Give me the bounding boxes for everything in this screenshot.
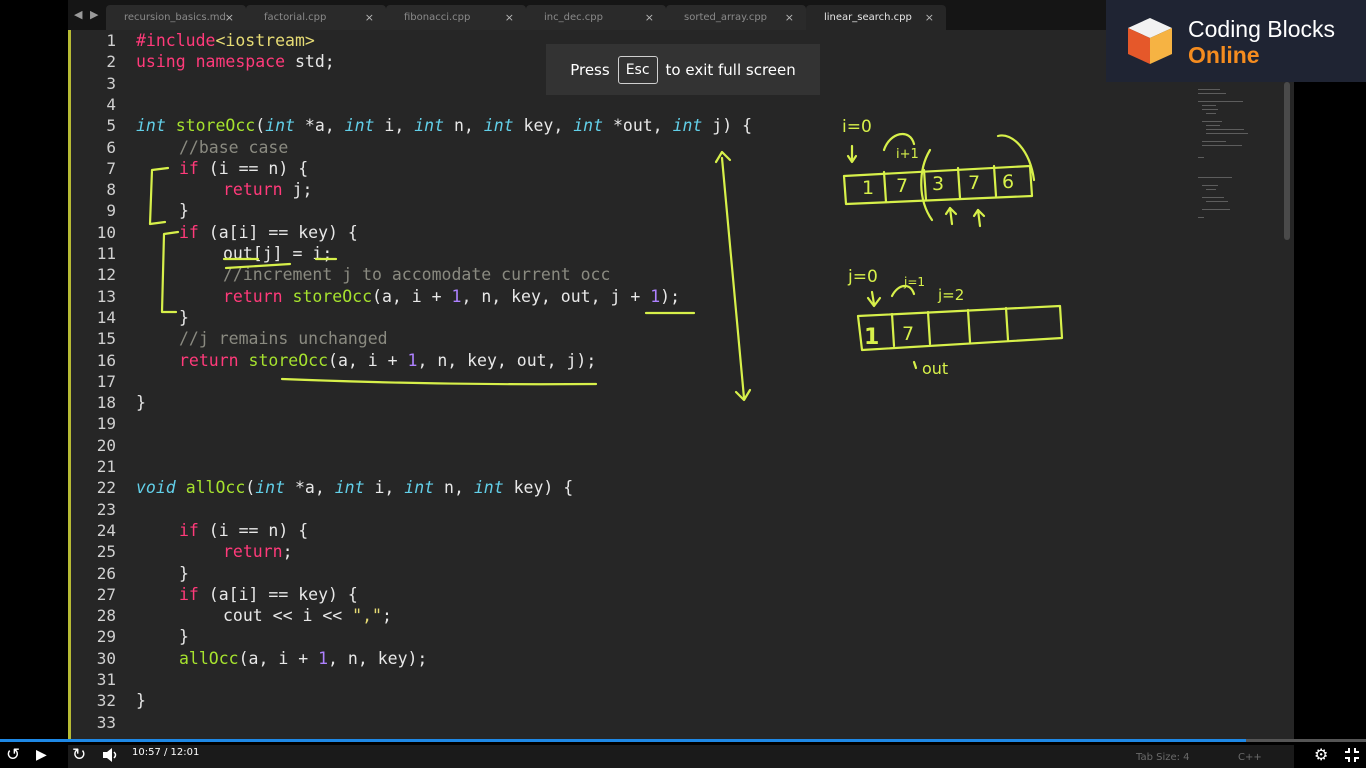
minimap[interactable] <box>1196 85 1256 235</box>
line-number: 21 <box>96 457 116 476</box>
code-line-11: out[j] = i; <box>223 244 333 263</box>
video-time: 10:57 / 12:01 <box>132 747 200 758</box>
tab-label: linear_search.cpp <box>824 12 912 23</box>
tab-linear-search[interactable]: linear_search.cpp × <box>806 5 946 30</box>
close-icon[interactable]: × <box>785 5 794 30</box>
tab-label: factorial.cpp <box>264 12 327 23</box>
code-line-9: } <box>179 201 189 221</box>
line-number: 23 <box>96 499 116 519</box>
line-number: 28 <box>96 606 116 626</box>
code-line-14: } <box>179 307 189 327</box>
brand-line-2: Online <box>1188 42 1260 68</box>
code-line-29: } <box>179 627 189 647</box>
code-line-30: allOcc(a, i + 1, n, key); <box>179 648 428 668</box>
line-number: 7 <box>106 158 116 178</box>
line-number: 19 <box>96 414 116 434</box>
line-number: 10 <box>96 222 116 242</box>
code-line-7: if (i == n) { <box>179 158 309 178</box>
line-number: 20 <box>96 435 116 455</box>
coding-blocks-logo-icon <box>1128 18 1172 64</box>
code-area[interactable]: #include<iostream> using namespace std; … <box>136 30 752 710</box>
code-line-28: cout << i << ","; <box>223 606 392 626</box>
line-number: 22 <box>96 478 116 498</box>
line-number: 3 <box>106 73 116 93</box>
letterbox-right <box>1294 0 1366 740</box>
brand-line-1: Coding Blocks <box>1188 16 1336 42</box>
code-editor: ◀ ▶ recursion_basics.md × factorial.cpp … <box>68 0 1294 740</box>
video-controls: ↺ ▶ ↻ 10:57 / 12:01 ⚙ <box>0 742 1366 768</box>
scrollbar[interactable] <box>1284 82 1290 240</box>
line-number: 14 <box>96 307 116 327</box>
tab-inc-dec[interactable]: inc_dec.cpp × <box>526 5 666 30</box>
tab-nav-arrows-icon[interactable]: ◀ ▶ <box>74 8 100 21</box>
volume-icon[interactable] <box>102 748 118 762</box>
line-number: 5 <box>106 116 116 136</box>
tab-recursion-basics[interactable]: recursion_basics.md × <box>106 5 246 30</box>
line-number: 30 <box>96 648 116 668</box>
settings-gear-icon[interactable]: ⚙ <box>1314 744 1328 766</box>
tab-label: fibonacci.cpp <box>404 12 471 23</box>
code-line-12: //increment j to accomodate current occ <box>223 265 611 285</box>
line-number: 32 <box>96 691 116 711</box>
line-number: 25 <box>96 542 116 562</box>
code-line-32: } <box>136 691 146 711</box>
fullscreen-exit-hint: Press Esc to exit full screen <box>546 44 820 95</box>
code-line-25: return; <box>223 542 293 562</box>
code-line-27: if (a[i] == key) { <box>179 584 358 604</box>
code-line-1: #include<iostream> <box>136 31 315 50</box>
letterbox-left <box>0 0 68 740</box>
code-line-6: //base case <box>179 137 289 157</box>
tab-label: recursion_basics.md <box>124 12 226 23</box>
line-number: 8 <box>106 180 116 200</box>
line-number: 2 <box>106 52 116 72</box>
code-line-26: } <box>179 563 189 583</box>
code-line-10: if (a[i] == key) { <box>179 222 358 242</box>
hint-rest: to exit full screen <box>665 60 796 79</box>
line-number: 31 <box>96 670 116 689</box>
code-line-22: void allOcc(int *a, int i, int n, int ke… <box>136 478 574 498</box>
code-line-2: using namespace std; <box>136 52 335 72</box>
close-icon[interactable]: × <box>925 5 934 30</box>
code-line-16: return storeOcc(a, i + 1, n, key, out, j… <box>179 350 597 370</box>
hint-press: Press <box>570 60 610 79</box>
code-line-18: } <box>136 393 146 413</box>
line-number-gutter: 1 2 3 4 5 6 7 8 9 10 11 12 13 14 15 16 17 18 19 20 21 22 23 24 2… <box>68 30 128 740</box>
rewind-icon[interactable]: ↻ <box>72 744 86 766</box>
code-line-8: return j; <box>223 180 313 200</box>
line-number: 24 <box>96 520 116 540</box>
line-number: 27 <box>96 584 116 604</box>
close-icon[interactable]: × <box>225 5 234 30</box>
line-number: 33 <box>96 712 116 732</box>
esc-key: Esc <box>617 55 658 84</box>
line-number: 12 <box>96 265 116 285</box>
code-line-24: if (i == n) { <box>179 520 309 540</box>
tab-sorted-array[interactable]: sorted_array.cpp × <box>666 5 806 30</box>
tab-label: sorted_array.cpp <box>684 12 768 23</box>
line-number: 15 <box>96 329 116 349</box>
line-number: 18 <box>96 393 116 413</box>
tab-factorial[interactable]: factorial.cpp × <box>246 5 386 30</box>
code-line-13: return storeOcc(a, i + 1, n, key, out, j… <box>223 286 681 306</box>
line-number: 1 <box>106 31 116 50</box>
line-number: 9 <box>106 201 116 221</box>
close-icon[interactable]: × <box>365 5 374 30</box>
line-number: 6 <box>106 137 116 157</box>
line-number: 17 <box>96 371 116 391</box>
brand-watermark: Coding Blocks Online <box>1106 0 1366 82</box>
line-number: 11 <box>96 244 116 263</box>
tab-label: inc_dec.cpp <box>544 12 603 23</box>
line-number: 13 <box>96 286 116 306</box>
line-number: 29 <box>96 627 116 647</box>
play-icon[interactable]: ▶ <box>36 744 47 766</box>
line-number: 16 <box>96 350 116 370</box>
line-number: 26 <box>96 563 116 583</box>
exit-fullscreen-icon[interactable] <box>1344 747 1360 763</box>
tab-fibonacci[interactable]: fibonacci.cpp × <box>386 5 526 30</box>
close-icon[interactable]: × <box>645 5 654 30</box>
line-number: 4 <box>106 94 116 114</box>
replay-icon[interactable]: ↺ <box>6 744 20 766</box>
code-line-5: int storeOcc(int *a, int i, int n, int k… <box>136 116 753 136</box>
close-icon[interactable]: × <box>505 5 514 30</box>
code-line-15: //j remains unchanged <box>179 329 388 349</box>
